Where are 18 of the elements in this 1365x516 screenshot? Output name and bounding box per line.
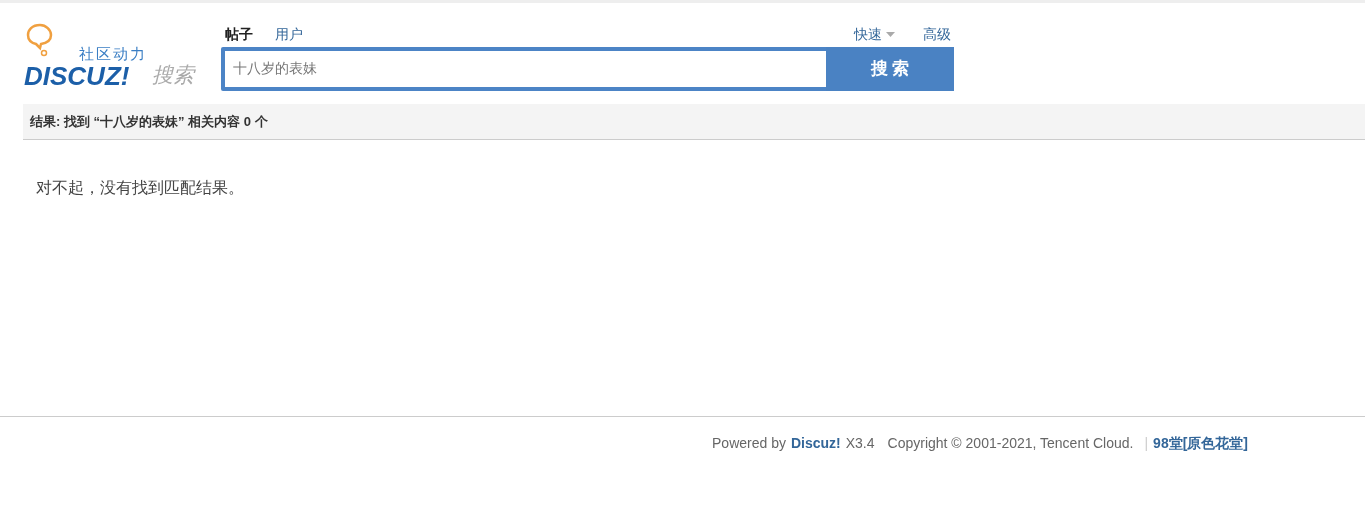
site-link[interactable]: 98堂[原色花堂]	[1153, 433, 1248, 454]
separator: |	[1144, 434, 1149, 453]
advanced-search-link[interactable]: 高级	[923, 23, 951, 45]
speech-bubble-icon	[26, 23, 54, 57]
logo-suffix: 搜索	[152, 64, 194, 85]
caret-icon	[886, 31, 895, 37]
logo-tagline: 社区动力	[79, 44, 147, 64]
logo-brand: DISCUZ!	[24, 63, 130, 89]
search-field[interactable]: 十八岁的表妹	[225, 51, 826, 87]
search-tab[interactable]: 用户	[271, 23, 307, 45]
brand-link[interactable]: Discuz!	[790, 433, 841, 454]
no-results-message: 对不起，没有找到匹配结果。	[36, 179, 244, 196]
copyright-text: Copyright © 2001-2021, Tencent Cloud.	[887, 434, 1134, 453]
version-text: X3.4	[845, 434, 875, 453]
search-tab[interactable]: 帖子	[221, 23, 257, 45]
result-summary: 结果: 找到 “十八岁的表妹” 相关内容 0 个	[30, 112, 268, 131]
powered-by-text: Powered by	[712, 434, 786, 453]
quick-search-dropdown[interactable]: 快速	[854, 23, 895, 45]
